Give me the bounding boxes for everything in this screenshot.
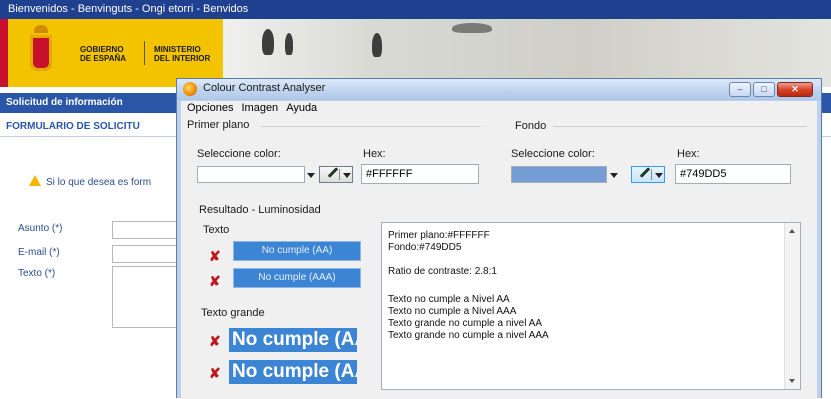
banner-photo-figure: [372, 33, 382, 57]
texto-label: Texto (*): [18, 268, 56, 279]
language-links[interactable]: Bienvenidos - Benvinguts - Ongi etorri -…: [8, 3, 248, 15]
form-warning: Si lo que desea es form: [29, 175, 151, 188]
colour-contrast-analyser-window: Colour Contrast Analyser – □ ✕ Opciones I…: [176, 78, 822, 399]
email-label: E-mail (*): [18, 247, 60, 258]
banner-photo-figure: [285, 33, 293, 55]
result-background-line: Fondo:#749DD5: [388, 242, 462, 253]
window-titlebar[interactable]: Colour Contrast Analyser – □ ✕: [177, 79, 821, 100]
fondo-label: Fondo: [515, 120, 547, 132]
logo-divider: [144, 41, 145, 65]
minimize-button[interactable]: –: [729, 82, 751, 97]
result-contrast-ratio: Ratio de contraste: 2.8:1: [388, 266, 497, 277]
chevron-down-icon: [655, 173, 663, 178]
fail-x-icon: ✘: [209, 365, 221, 381]
menu-opciones[interactable]: Opciones: [187, 102, 233, 114]
fg-eyedropper-button[interactable]: [319, 166, 353, 183]
bg-select-color-label: Seleccione color:: [511, 148, 595, 160]
eyedropper-icon: [327, 167, 339, 178]
texto-aaa-result: No cumple (AAA): [233, 268, 361, 288]
texto-grande-aa-result: No cumple (AA: [229, 328, 357, 352]
fail-x-icon: ✘: [209, 333, 221, 349]
resultado-label: Resultado - Luminosidad: [199, 204, 321, 216]
result-grande-aaa: Texto grande no cumple a nivel AAA: [388, 330, 549, 341]
nav-formulario-label: FORMULARIO DE SOLICITU: [6, 121, 140, 132]
close-button[interactable]: ✕: [777, 82, 813, 97]
texto-grande-section-label: Texto grande: [201, 307, 265, 319]
fg-hex-input[interactable]: #FFFFFF: [361, 164, 479, 184]
dialog-client-area: Primer plano Fondo Seleccione color: Hex…: [181, 116, 817, 399]
texto-section-label: Texto: [203, 224, 230, 236]
fail-x-icon: ✘: [209, 273, 221, 289]
chevron-down-icon: [343, 173, 351, 178]
menu-imagen[interactable]: Imagen: [241, 102, 278, 114]
warning-text: Si lo que desea es form: [46, 177, 152, 188]
result-foreground-line: Primer plano:#FFFFFF: [388, 230, 490, 241]
results-text-area[interactable]: Primer plano:#FFFFFF Fondo:#749DD5 Ratio…: [381, 222, 801, 390]
scroll-up-icon[interactable]: [789, 229, 795, 233]
texto-aa-result: No cumple (AA): [233, 241, 361, 261]
result-texto-aaa: Texto no cumple a Nivel AAA: [388, 306, 517, 317]
menu-bar: Opciones Imagen Ayuda: [181, 101, 817, 116]
coat-of-arms-icon: [28, 33, 54, 73]
bg-color-dropdown-icon[interactable]: [610, 173, 618, 178]
window-title: Colour Contrast Analyser: [203, 82, 326, 94]
fg-select-color-label: Seleccione color:: [197, 148, 281, 160]
picker-separator: [339, 169, 340, 180]
fg-color-swatch[interactable]: [197, 166, 305, 183]
bg-hex-input[interactable]: #749DD5: [675, 164, 791, 184]
bg-eyedropper-button[interactable]: [631, 166, 665, 183]
fail-x-icon: ✘: [209, 248, 221, 264]
crown-icon: [34, 25, 48, 33]
site-language-bar: Bienvenidos - Benvinguts - Ongi etorri -…: [0, 0, 831, 19]
ministerio-logo-text: MINISTERIO DEL INTERIOR: [154, 45, 211, 63]
picker-separator: [651, 169, 652, 180]
bg-color-swatch[interactable]: [511, 166, 607, 183]
fondo-divider: [553, 126, 807, 127]
gobierno-logo-text: GOBIERNO DE ESPAÑA: [80, 45, 127, 63]
result-grande-aa: Texto grande no cumple a nivel AA: [388, 318, 542, 329]
results-scrollbar[interactable]: [784, 223, 800, 389]
site-banner: GOBIERNO DE ESPAÑA MINISTERIO DEL INTERI…: [0, 19, 831, 87]
asunto-label: Asunto (*): [18, 223, 63, 234]
app-icon: [183, 82, 197, 96]
result-texto-aa: Texto no cumple a Nivel AA: [388, 294, 510, 305]
primer-plano-label: Primer plano: [187, 119, 250, 131]
eyedropper-icon: [639, 167, 651, 178]
banner-photo-figure: [262, 29, 274, 55]
maximize-button[interactable]: □: [753, 82, 775, 97]
government-logo-block: GOBIERNO DE ESPAÑA MINISTERIO DEL INTERI…: [8, 19, 223, 87]
scroll-down-icon[interactable]: [789, 379, 795, 383]
primer-plano-divider: [261, 126, 481, 127]
fg-hex-label: Hex:: [363, 148, 386, 160]
texto-grande-aaa-result: No cumple (AA: [229, 360, 357, 384]
banner-photo-figure: [452, 23, 492, 33]
bg-hex-label: Hex:: [677, 148, 700, 160]
warning-icon: [29, 175, 41, 186]
nav-solicitud-label: Solicitud de información: [6, 97, 123, 108]
flag-red-strip: [0, 19, 8, 87]
fg-color-dropdown-icon[interactable]: [307, 173, 315, 178]
menu-ayuda[interactable]: Ayuda: [286, 102, 317, 114]
